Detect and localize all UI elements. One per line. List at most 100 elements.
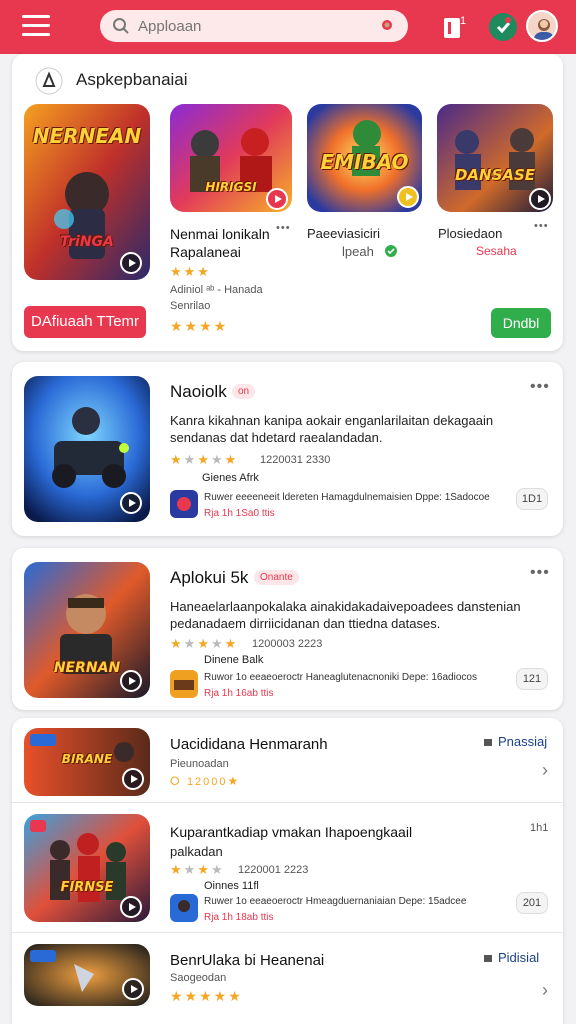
- app-card-1-desc: Kanra kikahnan kanipa aokair enganlarila…: [170, 413, 494, 445]
- app-card-1-pill[interactable]: 1D1: [516, 488, 548, 510]
- featured-app-1-art[interactable]: NERNEAN TriNGA: [24, 104, 150, 280]
- list-row-2-review-thumb: [170, 894, 198, 922]
- play-icon[interactable]: [529, 188, 551, 210]
- verified-icon: [385, 245, 397, 257]
- more-icon[interactable]: •••: [276, 222, 291, 234]
- search-input[interactable]: [138, 16, 368, 36]
- list-row-3-sub: Saogeodan: [170, 972, 227, 984]
- list-row-2-rating: 1220001 2223: [238, 864, 309, 876]
- list-row-2-review-line: Ruwer 1o eeaeoeroctr Hmeagduernaniaian D…: [204, 896, 467, 907]
- menu-icon[interactable]: [22, 15, 50, 37]
- app-list-card: BIRANE Uacididana Henmaranh Pieunoadan ⭘…: [12, 718, 563, 1024]
- app-card-1-art[interactable]: [24, 376, 150, 522]
- content-area: Aspkepbanaiai NERNEAN TriNGA DAfiuaah TT…: [0, 54, 576, 1024]
- list-row-2-stars: ★★★★: [170, 862, 225, 877]
- featured-app-3-sub: lpeah: [342, 244, 374, 259]
- featured-app-4-name[interactable]: Plosiedaon: [438, 226, 502, 241]
- featured-app-3-art-text: EMIBAO: [320, 150, 409, 174]
- list-row-2-review-meta: Rja 1h 18ab ttis: [204, 912, 274, 923]
- search-icon: [113, 18, 129, 34]
- play-icon[interactable]: [120, 252, 142, 274]
- featured-app-4-art-text: DANSASE: [454, 166, 536, 184]
- play-icon[interactable]: [120, 670, 142, 692]
- featured-app-2-stars2: ★★★★: [170, 318, 229, 334]
- list-row-2-pill[interactable]: 201: [516, 892, 548, 914]
- app-card-2-dev: Dinene Balk: [204, 654, 264, 666]
- list-row-2-art-text: FIRNSE: [60, 880, 114, 895]
- featured-app-1-art-sub: TriNGA: [60, 234, 114, 250]
- list-row-3-art[interactable]: [24, 944, 150, 1006]
- app-card-2-pill[interactable]: 121: [516, 668, 548, 690]
- featured-title: Aspkepbanaiai: [76, 70, 188, 89]
- app-card-1-rating: 1220031 2330: [260, 454, 331, 466]
- app-card-1-stars: ★★★★★: [170, 452, 239, 467]
- play-icon[interactable]: [120, 896, 142, 918]
- list-row-1-tag[interactable]: Pnassiaj: [498, 734, 547, 749]
- featured-app-2-name2: Rapalaneai: [170, 244, 241, 260]
- top-app-bar: 1: [0, 0, 576, 54]
- tag-icon: [484, 739, 492, 746]
- list-row-1-art-text: BIRANE: [61, 752, 113, 766]
- chevron-right-icon[interactable]: ›: [542, 760, 548, 781]
- play-icon[interactable]: [266, 188, 288, 210]
- app-card-2-stars: ★★★★★: [170, 636, 239, 651]
- play-icon[interactable]: [122, 768, 144, 790]
- list-row-3-title[interactable]: BenrUlaka bi Heanenai: [170, 952, 324, 969]
- more-icon[interactable]: •••: [530, 378, 550, 396]
- more-icon[interactable]: •••: [530, 564, 550, 582]
- featured-app-4-button[interactable]: Dndbl: [491, 308, 551, 338]
- featured-app-3-name[interactable]: Paeeviasiciri: [307, 226, 380, 241]
- featured-app-2-meta2: Senrilao: [170, 300, 211, 312]
- list-row-1-rating-value: 12000: [186, 776, 228, 788]
- featured-app-1-button[interactable]: DAfiuaah TTemr: [24, 306, 146, 338]
- more-icon[interactable]: •••: [534, 220, 549, 232]
- app-card-1[interactable]: Naoiolk on ••• Kanra kikahnan kanipa aok…: [12, 362, 563, 536]
- featured-app-4-art[interactable]: DANSASE: [437, 104, 553, 212]
- app-card-2-rating: 1200003 2223: [252, 638, 323, 650]
- app-card-1-badge: on: [232, 384, 256, 399]
- list-row-2-title[interactable]: Kuparantkadiap vmakan Ihapoengkaail: [170, 824, 412, 840]
- app-card-1-review-thumb: [170, 490, 198, 518]
- app-card-2-review-meta: Rja 1h 16ab ttis: [204, 688, 274, 699]
- app-card-2-art[interactable]: NERNAN: [24, 562, 150, 698]
- divider: [12, 932, 563, 933]
- app-card-2-review-line: Ruwor 1o eeaeoeroctr Haneaglutenacnoniki…: [204, 672, 477, 683]
- avatar[interactable]: [526, 10, 558, 42]
- app-card-2-title[interactable]: Aplokui 5k: [170, 568, 248, 588]
- mic-icon[interactable]: [378, 17, 396, 35]
- app-card-2-desc: Haneaelarlaanpokalaka ainakidakadaivepoa…: [170, 599, 521, 631]
- featured-app-2-meta1: Adiniol ᵃᵇ - Hanada: [170, 284, 263, 296]
- list-row-1-art[interactable]: BIRANE: [24, 728, 150, 796]
- featured-app-2-art[interactable]: HIRIGSI: [170, 104, 292, 212]
- featured-app-2-stars: ★★★: [170, 264, 211, 279]
- featured-card: Aspkepbanaiai NERNEAN TriNGA DAfiuaah TT…: [12, 54, 563, 351]
- play-icon[interactable]: [122, 978, 144, 1000]
- tag-icon: [484, 955, 492, 962]
- divider: [12, 802, 563, 803]
- notification-count: 1: [460, 15, 466, 27]
- play-icon[interactable]: [120, 492, 142, 514]
- list-row-1-title[interactable]: Uacididana Henmaranh: [170, 736, 328, 753]
- app-card-2-badge: Onante: [254, 570, 299, 585]
- download-icon[interactable]: [488, 12, 518, 42]
- app-card-2[interactable]: NERNAN Aplokui 5k Onante ••• Haneaelarla…: [12, 548, 563, 710]
- search-bar[interactable]: [100, 10, 408, 42]
- list-row-2-art[interactable]: FIRNSE: [24, 814, 150, 922]
- list-row-1-rating: ⭘ 12000★: [170, 774, 241, 788]
- list-row-2-dev: Oinnes 11fl: [204, 880, 259, 892]
- list-row-2-sub: palkadan: [170, 844, 223, 859]
- featured-app-4-sub: Sesaha: [476, 244, 517, 258]
- app-card-1-dev: Gienes Afrk: [202, 472, 259, 484]
- featured-app-3-art[interactable]: EMIBAO: [307, 104, 422, 212]
- play-icon[interactable]: [397, 186, 419, 208]
- app-card-1-title[interactable]: Naoiolk: [170, 382, 227, 402]
- list-row-3-stars: ★★★★★: [170, 988, 243, 1004]
- chevron-right-icon[interactable]: ›: [542, 980, 548, 1001]
- app-card-1-review-meta: Rja 1h 1Sa0 ttis: [204, 508, 275, 519]
- list-row-1-sub: Pieunoadan: [170, 758, 229, 770]
- list-row-3-tag[interactable]: Pidisial: [498, 950, 539, 965]
- notification-icon[interactable]: 1: [440, 12, 470, 42]
- app-card-1-review-line: Ruwer eeeeneeit ldereten Hamagdulnemaisi…: [204, 492, 490, 503]
- app-logo-icon: [35, 67, 63, 95]
- featured-app-2-name[interactable]: Nenmai lonikaln: [170, 226, 270, 242]
